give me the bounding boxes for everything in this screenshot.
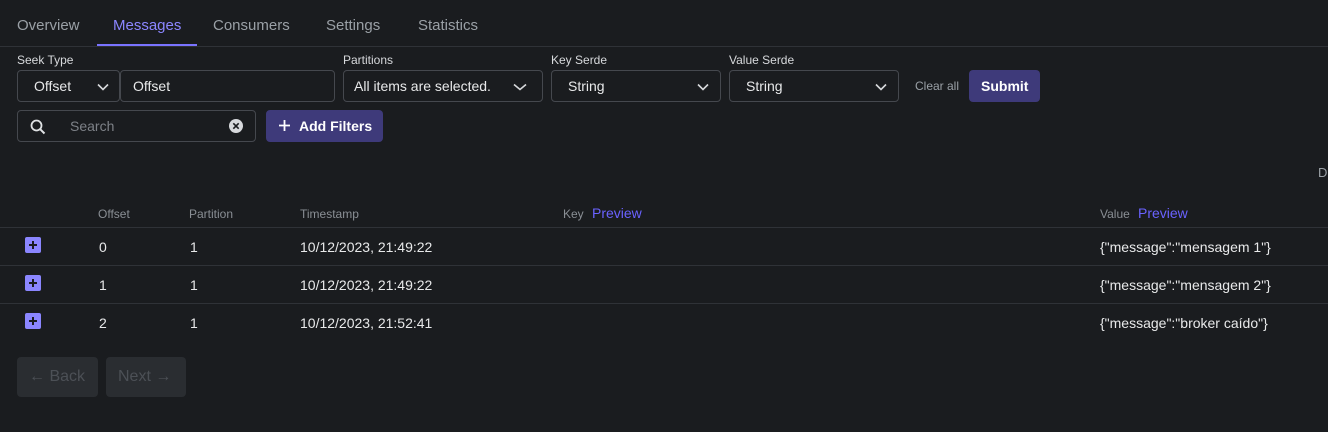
column-header-timestamp: Timestamp [300, 207, 359, 221]
table-cell-partition: 1 [190, 315, 198, 331]
seek-type-value: Offset [34, 78, 72, 94]
tab-consumers[interactable]: Consumers [213, 0, 290, 47]
value-serde-value: String [746, 78, 783, 94]
chevron-down-icon [875, 83, 887, 91]
key-serde-label: Key Serde [551, 53, 608, 67]
clear-all-button[interactable]: Clear all [915, 79, 959, 93]
table-cell-timestamp: 10/12/2023, 21:49:22 [300, 277, 433, 293]
tab-overview[interactable]: Overview [17, 0, 80, 47]
tab-statistics[interactable]: Statistics [418, 0, 478, 47]
value-preview-link[interactable]: Preview [1138, 205, 1188, 221]
value-serde-label: Value Serde [729, 53, 795, 67]
submit-button[interactable]: Submit [969, 70, 1040, 102]
chevron-down-icon [697, 83, 709, 91]
offset-input[interactable]: Offset [120, 70, 335, 102]
table-cell-partition: 1 [190, 277, 198, 293]
search-input[interactable] [70, 111, 238, 141]
partitions-label: Partitions [343, 53, 394, 67]
key-preview-link[interactable]: Preview [592, 205, 642, 221]
row-divider [0, 265, 1328, 266]
active-tab-indicator [97, 44, 197, 46]
expand-row-icon[interactable] [25, 237, 41, 253]
seek-type-label: Seek Type [17, 53, 74, 67]
seek-type-select[interactable]: Offset [17, 70, 120, 102]
search-field[interactable] [17, 110, 256, 142]
table-cell-offset: 2 [99, 315, 107, 331]
table-cell-value: {"message":"mensagem 2"} [1100, 277, 1271, 293]
clear-search-icon[interactable] [228, 118, 244, 137]
value-serde-select[interactable]: String [729, 70, 899, 102]
offset-input-value: Offset [133, 78, 171, 94]
table-cell-offset: 1 [99, 277, 107, 293]
plus-icon [278, 119, 291, 132]
table-cell-partition: 1 [190, 239, 198, 255]
chevron-down-icon [97, 83, 109, 91]
tab-bar: Overview Messages Consumers Settings Sta… [0, 0, 1328, 47]
table-cell-value: {"message":"broker caído"} [1100, 315, 1268, 331]
search-icon [30, 119, 46, 138]
truncated-edge-text: D [1318, 165, 1328, 180]
expand-row-icon[interactable] [25, 275, 41, 291]
key-serde-value: String [568, 78, 605, 94]
back-button-label: ← Back [29, 368, 86, 385]
add-filters-button[interactable]: Add Filters [266, 110, 383, 142]
column-header-partition: Partition [189, 207, 234, 221]
tab-settings[interactable]: Settings [326, 0, 380, 47]
column-header-key: Key [563, 207, 584, 221]
next-button-label: Next → [118, 368, 172, 385]
table-divider [0, 227, 1328, 228]
partitions-select[interactable]: All items are selected. [343, 70, 543, 102]
row-divider [0, 303, 1328, 304]
tab-messages[interactable]: Messages [113, 0, 181, 47]
back-button[interactable]: ← Back [17, 357, 98, 397]
column-header-value: Value [1100, 207, 1130, 221]
table-cell-timestamp: 10/12/2023, 21:52:41 [300, 315, 433, 331]
next-button[interactable]: Next → [106, 357, 186, 397]
add-filters-label: Add Filters [299, 118, 373, 134]
submit-button-label: Submit [981, 78, 1029, 94]
table-cell-value: {"message":"mensagem 1"} [1100, 239, 1271, 255]
table-cell-timestamp: 10/12/2023, 21:49:22 [300, 239, 433, 255]
key-serde-select[interactable]: String [551, 70, 721, 102]
column-header-offset: Offset [98, 207, 130, 221]
partitions-value: All items are selected. [354, 78, 491, 94]
chevron-down-icon [513, 83, 527, 91]
expand-row-icon[interactable] [25, 313, 41, 329]
table-cell-offset: 0 [99, 239, 107, 255]
